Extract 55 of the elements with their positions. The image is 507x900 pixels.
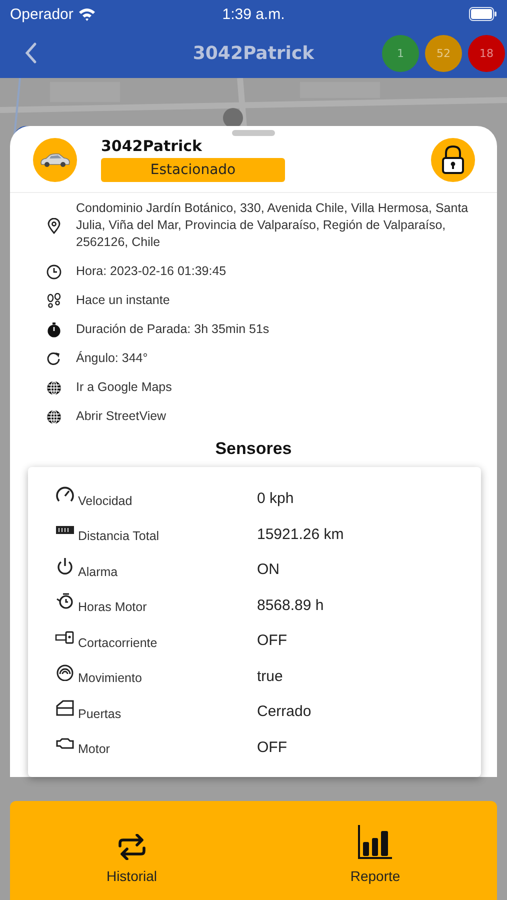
info-text: Hora: 2023-02-16 01:39:45 [76,263,226,280]
swap-arrows-icon [116,834,148,860]
sensor-value: OFF [257,738,287,756]
sensor-label: Alarma [78,564,118,579]
vehicle-name: 3042Patrick [101,137,204,155]
speedometer-icon [55,486,75,504]
sensor-label: Horas Motor [78,600,147,614]
car-avatar-icon [33,138,77,182]
sensor-value: 8568.89 h [257,596,324,614]
sensor-value: Cerrado [257,703,312,720]
address-text: Condominio Jardín Botánico, 330, Avenida Chile, Villa Hermosa, Santa Julia, Viña del Mar, Provincia de Valparaíso, Región de Valparaíso, 2562126, Chile [76,200,470,251]
sensor-value: 15921.26 km [257,526,344,543]
rotate-icon [46,350,62,366]
sensor-label: Motor [78,742,110,756]
globe-icon [46,380,62,396]
engine-clock-icon [55,592,75,610]
drag-handle[interactable] [232,130,275,136]
chevron-left-icon [24,42,38,64]
counter-badge: 18 [468,34,505,72]
location-pin-icon [46,218,62,234]
page-title: 3042Patrick [192,42,314,64]
power-icon [55,556,75,575]
counter-badge: 1 [382,34,419,72]
map-link[interactable]: Ir a Google Maps [76,379,172,396]
footprints-icon [46,292,62,308]
padlock-icon [441,144,465,174]
section-title: Sensores [214,439,293,459]
signal-icon [55,663,75,682]
sensor-label: Cortacorriente [78,636,158,650]
status-badge: Estacionado [101,158,285,182]
info-text: Ángulo: 344° [76,350,148,367]
info-text: Hace un instante [76,292,170,309]
sensor-value: 0 kph [257,490,294,508]
status-time: 1:39 a.m. [222,6,285,22]
stopwatch-icon [46,322,62,338]
wifi-icon [78,7,96,21]
globe-icon [46,408,62,424]
info-text: Duración de Parada: 3h 35min 51s [76,321,270,338]
bar-chart-icon [357,824,394,860]
clock-icon [46,264,62,280]
sensor-label: Movimiento [78,671,142,686]
counter-badge: 52 [425,34,462,72]
carrier-name: Operador [10,6,74,22]
battery-icon [469,7,497,21]
map-link[interactable]: Abrir StreetView [76,408,166,425]
lock-button[interactable] [431,138,475,182]
sensor-label: Puertas [78,706,122,721]
history-button[interactable]: Historial [10,801,254,900]
sensor-value: ON [257,561,280,578]
report-button[interactable]: Reporte [254,801,497,900]
sensor-value: true [257,668,283,685]
sensor-value: OFF [257,632,287,650]
door-icon [55,698,75,717]
sensor-label: Velocidad [78,494,132,508]
sensor-label: Distancia Total [78,529,160,544]
